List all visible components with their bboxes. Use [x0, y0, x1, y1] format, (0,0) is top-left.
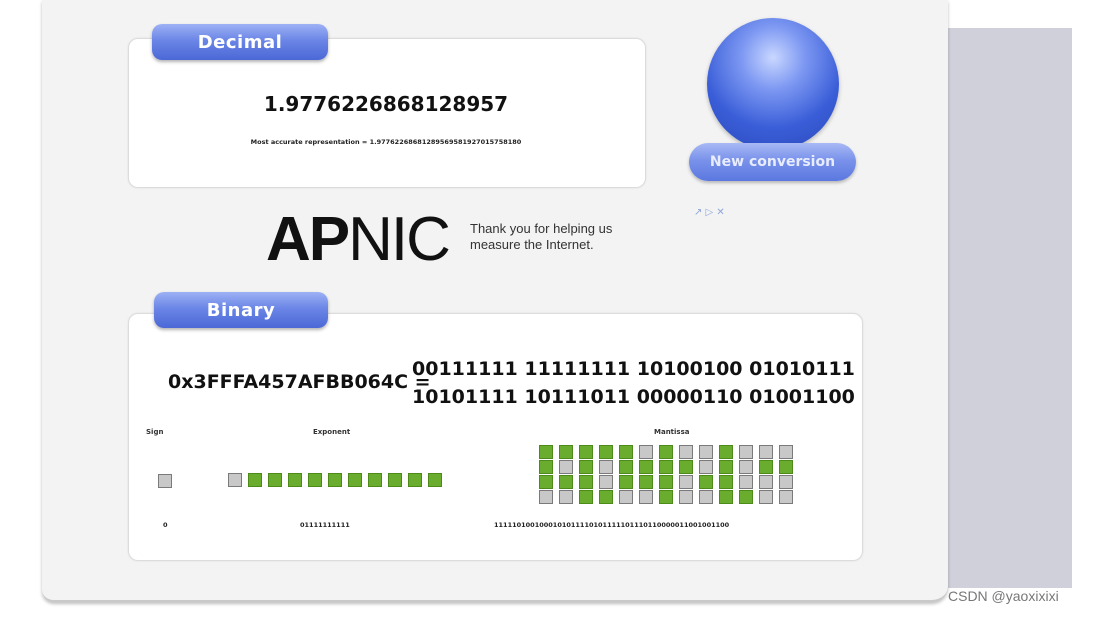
mantissa-bit-cell[interactable]	[759, 460, 773, 474]
binary-line-2: 10101111 10111011 00000110 01001100	[412, 386, 855, 408]
mantissa-bit-cell[interactable]	[539, 460, 553, 474]
mantissa-bit-cell[interactable]	[719, 445, 733, 459]
binary-value: 00111111 11111111 10100100 01010111 1010…	[412, 355, 855, 411]
mantissa-bit-cell[interactable]	[539, 475, 553, 489]
mantissa-bit-cell[interactable]	[579, 490, 593, 504]
mantissa-bit-cell[interactable]	[719, 460, 733, 474]
exponent-bit-cell[interactable]	[408, 473, 422, 487]
exponent-bits: 01111111111	[300, 521, 350, 529]
sign-bits: 0	[163, 521, 168, 529]
mantissa-bit-cell[interactable]	[599, 490, 613, 504]
mantissa-bit-cell[interactable]	[619, 490, 633, 504]
mantissa-bit-cell[interactable]	[679, 475, 693, 489]
mantissa-bit-cell[interactable]	[619, 445, 633, 459]
mantissa-bit-cell[interactable]	[619, 475, 633, 489]
mantissa-bit-cell[interactable]	[779, 475, 793, 489]
mantissa-label: Mantissa	[654, 428, 690, 436]
decimal-value: 1.9776226868128957	[263, 92, 509, 116]
mantissa-bit-cell[interactable]	[559, 475, 573, 489]
mantissa-bit-cell[interactable]	[699, 460, 713, 474]
mantissa-bit-cell[interactable]	[659, 445, 673, 459]
watermark: CSDN @yaoxixixi	[948, 588, 1059, 604]
binary-tab: Binary	[154, 292, 328, 328]
mantissa-bit-cell[interactable]	[579, 460, 593, 474]
exponent-bit-cell[interactable]	[288, 473, 302, 487]
mantissa-bit-cell[interactable]	[739, 490, 753, 504]
mantissa-bit-cell[interactable]	[739, 460, 753, 474]
mantissa-bit-cell[interactable]	[719, 490, 733, 504]
accurate-representation: Most accurate representation = 1.9776226…	[250, 138, 522, 146]
mantissa-bit-cell[interactable]	[639, 460, 653, 474]
mantissa-bit-cell[interactable]	[779, 460, 793, 474]
mantissa-bit-cell[interactable]	[759, 475, 773, 489]
mantissa-bit-cell[interactable]	[679, 490, 693, 504]
mantissa-bit-cell[interactable]	[579, 475, 593, 489]
sign-bit-cell[interactable]	[158, 474, 172, 488]
mantissa-bit-cell[interactable]	[779, 445, 793, 459]
mantissa-bit-cell[interactable]	[639, 490, 653, 504]
mantissa-bit-cell[interactable]	[539, 490, 553, 504]
mantissa-bit-cell[interactable]	[699, 475, 713, 489]
mantissa-bit-cell[interactable]	[759, 445, 773, 459]
decimal-tab: Decimal	[152, 24, 328, 60]
new-conversion-button[interactable]: New conversion	[689, 143, 856, 181]
mantissa-bit-cell[interactable]	[619, 460, 633, 474]
mantissa-bit-cell[interactable]	[679, 460, 693, 474]
exponent-bit-cell[interactable]	[228, 473, 242, 487]
apnic-logo-light: NIC	[348, 205, 451, 274]
apnic-logo-bold: AP	[266, 205, 350, 274]
exponent-label: Exponent	[313, 428, 351, 436]
exponent-bit-cell[interactable]	[348, 473, 362, 487]
mantissa-bit-cell[interactable]	[539, 445, 553, 459]
mantissa-bit-cell[interactable]	[599, 475, 613, 489]
mantissa-bit-cell[interactable]	[699, 445, 713, 459]
mantissa-bit-cell[interactable]	[559, 490, 573, 504]
mantissa-bit-cell[interactable]	[739, 445, 753, 459]
ad-text[interactable]: Thank you for helping us measure the Int…	[470, 221, 650, 253]
mantissa-bit-cell[interactable]	[559, 445, 573, 459]
mantissa-bit-cell[interactable]	[599, 445, 613, 459]
exponent-bit-cell[interactable]	[308, 473, 322, 487]
exponent-bit-cell[interactable]	[428, 473, 442, 487]
mantissa-bit-cell[interactable]	[559, 460, 573, 474]
mantissa-bit-cell[interactable]	[719, 475, 733, 489]
exponent-bit-cell[interactable]	[248, 473, 262, 487]
exponent-bit-cell[interactable]	[368, 473, 382, 487]
mantissa-bit-cell[interactable]	[699, 490, 713, 504]
binary-line-1: 00111111 11111111 10100100 01010111	[412, 358, 855, 380]
mantissa-bit-cell[interactable]	[639, 475, 653, 489]
mantissa-bit-cell[interactable]	[659, 490, 673, 504]
mantissa-bits: 1111101001000101011110101111101110110000…	[494, 521, 730, 529]
exponent-bit-cell[interactable]	[328, 473, 342, 487]
mantissa-bit-cell[interactable]	[759, 490, 773, 504]
exponent-bit-cell[interactable]	[268, 473, 282, 487]
mantissa-bit-cell[interactable]	[659, 475, 673, 489]
new-conversion-orb-icon[interactable]	[707, 18, 839, 150]
sign-label: Sign	[146, 428, 164, 436]
mantissa-bit-cell[interactable]	[579, 445, 593, 459]
mantissa-bit-cell[interactable]	[659, 460, 673, 474]
window-edge-gray	[948, 28, 1072, 588]
mantissa-bit-cell[interactable]	[599, 460, 613, 474]
mantissa-bit-cell[interactable]	[639, 445, 653, 459]
ad-choices-close-icon[interactable]: ↗ ▷ ✕	[694, 207, 725, 218]
mantissa-bit-cell[interactable]	[679, 445, 693, 459]
apnic-logo[interactable]: APNIC	[266, 205, 451, 274]
mantissa-bit-cell[interactable]	[739, 475, 753, 489]
mantissa-bit-cell[interactable]	[779, 490, 793, 504]
exponent-bit-cell[interactable]	[388, 473, 402, 487]
hex-value: 0x3FFFA457AFBB064C =	[168, 371, 431, 393]
